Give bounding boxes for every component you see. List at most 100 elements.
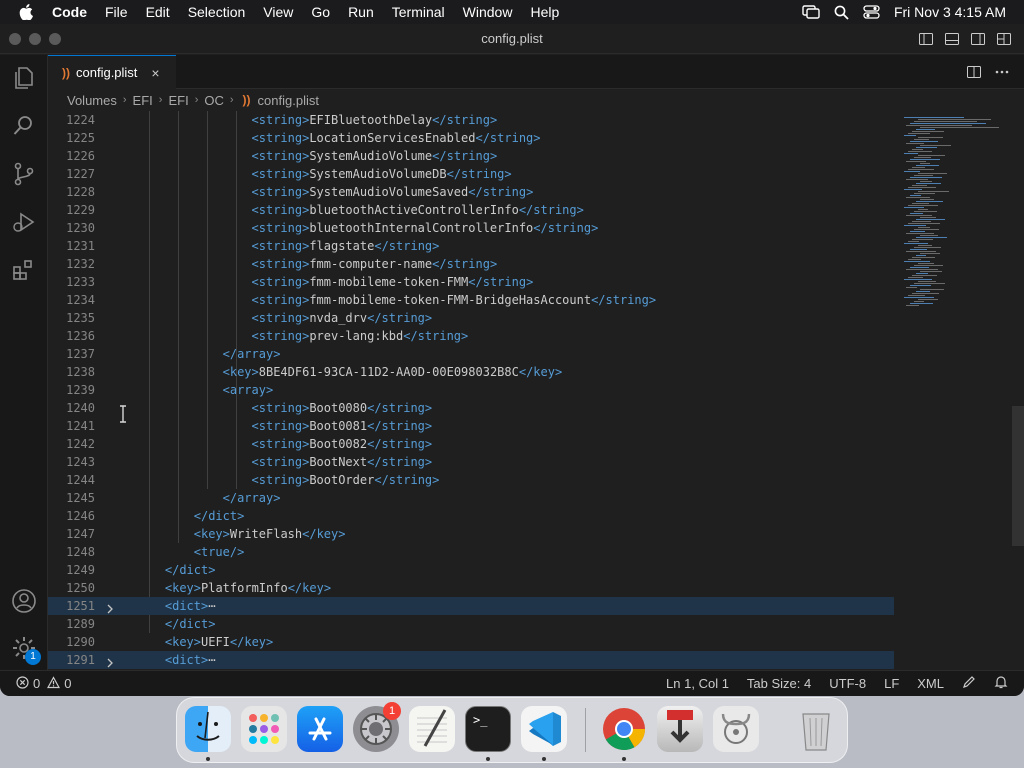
- code-line[interactable]: 1230 <string>bluetoothInternalControllerI…: [48, 219, 894, 237]
- customize-layout-icon[interactable]: [996, 31, 1012, 47]
- breadcrumb-efi-inner[interactable]: EFI: [165, 93, 191, 108]
- menu-window[interactable]: Window: [454, 4, 522, 20]
- breadcrumb-efi[interactable]: EFI: [130, 93, 156, 108]
- split-editor-icon[interactable]: [966, 64, 982, 85]
- code-line[interactable]: 1238 <key>8BE4DF61-93CA-11D2-AA0D-00E0980…: [48, 363, 894, 381]
- xml-tag: <string>: [251, 167, 310, 181]
- code-line[interactable]: 1225 <string>LocationServicesEnabled</str…: [48, 129, 894, 147]
- code-line[interactable]: 1239 <array>: [48, 381, 894, 399]
- menu-terminal[interactable]: Terminal: [383, 4, 454, 20]
- more-actions-icon[interactable]: [994, 64, 1010, 85]
- menu-edit[interactable]: Edit: [137, 4, 179, 20]
- breadcrumb-volumes[interactable]: Volumes: [64, 93, 120, 108]
- chrome-icon[interactable]: [601, 706, 647, 752]
- fold-chevron-right-icon[interactable]: [105, 601, 115, 614]
- folded-ellipsis[interactable]: ⋯: [208, 653, 215, 667]
- code-line[interactable]: 1250 <key>PlatformInfo</key>: [48, 579, 894, 597]
- line-number: 1247: [66, 527, 95, 541]
- code-line[interactable]: 1249 </dict>: [48, 561, 894, 579]
- code-line[interactable]: 1244 <string>BootOrder</string>: [48, 471, 894, 489]
- menu-bar: Code File Edit Selection View Go Run Ter…: [0, 0, 1024, 24]
- explorer-files-icon[interactable]: [11, 65, 37, 91]
- toggle-secondary-sidebar-icon[interactable]: [970, 31, 986, 47]
- vscode-icon[interactable]: [521, 706, 567, 752]
- code-line[interactable]: 1240 <string>Boot0080</string>: [48, 399, 894, 417]
- menu-view[interactable]: View: [254, 4, 302, 20]
- language-mode[interactable]: XML: [917, 676, 944, 691]
- breadcrumb-file[interactable]: config.plist: [255, 93, 322, 108]
- code-line[interactable]: 1251 <dict>⋯: [48, 597, 894, 615]
- menu-go[interactable]: Go: [302, 4, 339, 20]
- code-line[interactable]: 1245 </array>: [48, 489, 894, 507]
- problems-indicator[interactable]: 0 0: [0, 675, 71, 692]
- code-text: <key>PlatformInfo</key>: [165, 579, 331, 597]
- toggle-primary-sidebar-icon[interactable]: [918, 31, 934, 47]
- launchpad-icon[interactable]: [241, 706, 287, 752]
- file-encoding[interactable]: UTF-8: [829, 676, 866, 691]
- code-line[interactable]: 1291 <dict>⋯: [48, 651, 894, 669]
- menu-selection[interactable]: Selection: [179, 4, 255, 20]
- minimap-line: [910, 177, 942, 178]
- menu-app-code[interactable]: Code: [52, 4, 96, 20]
- line-number: 1233: [66, 275, 95, 289]
- minimize-window-button[interactable]: [29, 33, 41, 45]
- fold-chevron-right-icon[interactable]: [105, 655, 115, 668]
- code-line[interactable]: 1242 <string>Boot0082</string>: [48, 435, 894, 453]
- code-line[interactable]: 1226 <string>SystemAudioVolume</string>: [48, 147, 894, 165]
- close-tab-icon[interactable]: ×: [151, 65, 159, 81]
- tab-config-plist[interactable]: )) config.plist ×: [48, 55, 176, 89]
- terminal-icon[interactable]: >_: [465, 706, 511, 752]
- folded-ellipsis[interactable]: ⋯: [208, 599, 215, 613]
- code-line[interactable]: 1231 <string>flagstate</string>: [48, 237, 894, 255]
- apple-logo-icon[interactable]: [0, 4, 52, 20]
- code-line[interactable]: 1237 </array>: [48, 345, 894, 363]
- code-line[interactable]: 1228 <string>SystemAudioVolumeSaved</stri…: [48, 183, 894, 201]
- accounts-icon[interactable]: [11, 588, 37, 614]
- textedit-icon[interactable]: [409, 706, 455, 752]
- code-line[interactable]: 1229 <string>bluetoothActiveControllerInf…: [48, 201, 894, 219]
- app-store-icon[interactable]: [297, 706, 343, 752]
- feedback-icon[interactable]: [962, 675, 976, 692]
- code-line[interactable]: 1235 <string>nvda_drv</string>: [48, 309, 894, 327]
- code-line[interactable]: 1232 <string>fmm-computer-name</string>: [48, 255, 894, 273]
- cursor-position[interactable]: Ln 1, Col 1: [666, 676, 729, 691]
- code-line[interactable]: 1227 <string>SystemAudioVolumeDB</string>: [48, 165, 894, 183]
- close-window-button[interactable]: [9, 33, 21, 45]
- code-line[interactable]: 1241 <string>Boot0081</string>: [48, 417, 894, 435]
- notifications-bell-icon[interactable]: [994, 675, 1008, 692]
- tab-size[interactable]: Tab Size: 4: [747, 676, 811, 691]
- minimap-line: [918, 155, 945, 156]
- code-line[interactable]: 1236 <string>prev-lang:kbd</string>: [48, 327, 894, 345]
- source-control-icon[interactable]: [11, 161, 37, 187]
- zoom-window-button[interactable]: [49, 33, 61, 45]
- finder-icon[interactable]: [185, 706, 231, 752]
- downloader-icon[interactable]: [657, 706, 703, 752]
- code-line[interactable]: 1247 <key>WriteFlash</key>: [48, 525, 894, 543]
- code-line[interactable]: 1233 <string>fmm-mobileme-token-FMM</stri…: [48, 273, 894, 291]
- spotlight-search-icon[interactable]: [834, 5, 849, 20]
- menubar-clock[interactable]: Fri Nov 3 4:15 AM: [894, 4, 1006, 20]
- menu-file[interactable]: File: [96, 4, 137, 20]
- screen-mirroring-icon[interactable]: [802, 5, 820, 19]
- end-of-line[interactable]: LF: [884, 676, 899, 691]
- code-line[interactable]: 1246 </dict>: [48, 507, 894, 525]
- menu-help[interactable]: Help: [521, 4, 568, 20]
- trash-icon[interactable]: [793, 706, 839, 752]
- toggle-panel-icon[interactable]: [944, 31, 960, 47]
- code-editor[interactable]: 1224 <string>EFIBluetoothDelay</string> 12…: [48, 111, 1024, 670]
- run-and-debug-icon[interactable]: [11, 209, 37, 235]
- vertical-scrollbar[interactable]: [1012, 406, 1024, 546]
- code-line[interactable]: 1290 <key>UEFI</key>: [48, 633, 894, 651]
- code-line[interactable]: 1234 <string>fmm-mobileme-token-FMM-Bridg…: [48, 291, 894, 309]
- control-center-icon[interactable]: [863, 5, 880, 19]
- disk-utility-icon[interactable]: [713, 706, 759, 752]
- code-line[interactable]: 1224 <string>EFIBluetoothDelay</string>: [48, 111, 894, 129]
- code-line[interactable]: 1243 <string>BootNext</string>: [48, 453, 894, 471]
- breadcrumb-oc[interactable]: OC: [201, 93, 227, 108]
- code-line[interactable]: 1248 <true/>: [48, 543, 894, 561]
- minimap[interactable]: [902, 111, 1012, 670]
- menu-run[interactable]: Run: [339, 4, 383, 20]
- search-icon[interactable]: [11, 113, 37, 139]
- extensions-icon[interactable]: [11, 257, 37, 283]
- code-line[interactable]: 1289 </dict>: [48, 615, 894, 633]
